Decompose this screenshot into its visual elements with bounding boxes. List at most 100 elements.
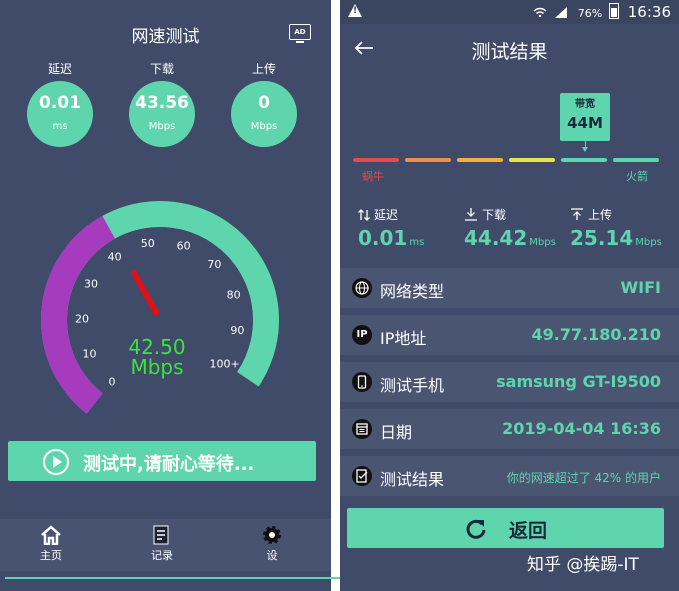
page-title: 测试结果	[471, 41, 548, 63]
latency-unit: ms	[52, 121, 68, 132]
bandwidth-label: 带宽	[575, 99, 595, 110]
gauge-tick-label: 100+	[210, 358, 240, 371]
battery-percent: 76%	[577, 7, 603, 20]
row-network-type: 网络类型 WIFI	[340, 268, 679, 308]
gauge-tick-label: 90	[230, 324, 244, 337]
result-upload-unit: Mbps	[635, 237, 662, 248]
row-value: 49.77.180.210	[531, 325, 661, 344]
wifi-icon	[533, 7, 547, 17]
gauge-tick-label: 60	[177, 240, 191, 253]
row-value: 2019-04-04 16:36	[502, 419, 661, 438]
result-download-unit: Mbps	[529, 237, 556, 248]
row-test-result: 测试结果 你的网速超过了 42% 的用户	[340, 456, 679, 496]
testing-button[interactable]: 测试中,请耐心等待...	[8, 441, 316, 481]
bottom-nav: 主页 记录 设	[0, 519, 331, 571]
latency-label: 延迟	[47, 62, 72, 76]
status-right: 76% 16:36	[533, 3, 671, 21]
globe-icon	[352, 278, 372, 298]
testing-button-label: 测试中,请耐心等待...	[83, 454, 255, 475]
gauge-tick-label: 40	[108, 251, 122, 264]
bandwidth-value: 44M	[567, 114, 603, 132]
scale-segment	[457, 158, 503, 162]
row-test-phone: 测试手机 samsung GT-I9500	[340, 362, 679, 402]
result-upload-label: 上传	[570, 206, 612, 223]
result-latency-label: 延迟	[358, 206, 398, 223]
upload-label: 上传	[251, 62, 276, 76]
row-value: WIFI	[620, 278, 661, 297]
result-latency-value: 0.01 ms	[358, 226, 424, 250]
scale-segment	[353, 158, 399, 162]
row-value: 你的网速超过了 42% 的用户	[506, 471, 661, 485]
upload-unit: Mbps	[250, 121, 278, 132]
return-button[interactable]: 返回	[347, 508, 664, 548]
speedtest-screen: 网速测试 AD 延迟 0.01 ms 下载 43.56 Mbps 上传 0 Mb…	[0, 0, 331, 591]
gauge-tick-label: 80	[227, 288, 241, 301]
scale-segment	[405, 158, 451, 162]
download-label: 下载	[149, 62, 174, 76]
scale-segment	[509, 158, 555, 162]
calendar-icon	[352, 419, 372, 439]
signal-icon	[554, 7, 567, 18]
upload-icon	[571, 208, 583, 220]
latency-circle: 0.01 ms	[27, 81, 93, 147]
nav-records-label: 记录	[151, 549, 173, 562]
gauge-tick-label: 30	[84, 278, 98, 291]
warning-icon	[348, 4, 362, 17]
gauge-unit: Mbps	[130, 355, 183, 379]
speed-gauge: 01020304050 60708090100+ 42.50 Mbps	[41, 201, 279, 414]
result-download-label: 下载	[464, 206, 506, 223]
watermark: 知乎 @挨踢-IT	[527, 555, 639, 575]
row-ip-address: IP IP地址 49.77.180.210	[340, 315, 679, 355]
download-unit: Mbps	[148, 121, 176, 132]
result-upload-text: 上传	[588, 208, 613, 222]
row-date: 日期 2019-04-04 16:36	[340, 409, 679, 449]
result-latency-text: 延迟	[374, 208, 399, 222]
battery-icon	[608, 3, 619, 19]
row-label: 网络类型	[380, 282, 445, 301]
ip-icon: IP	[352, 325, 372, 345]
upload-value: 0	[258, 93, 270, 113]
settings-icon	[263, 526, 281, 544]
nav-settings-label: 设	[266, 549, 278, 562]
download-icon	[465, 208, 477, 221]
gauge-tick-label: 70	[207, 258, 221, 271]
gauge-needle	[130, 269, 160, 316]
return-button-label: 返回	[509, 520, 548, 542]
row-label: IP地址	[380, 329, 427, 348]
nav-settings[interactable]: 设	[242, 525, 302, 563]
header: 测试结果	[340, 24, 679, 74]
updown-icon	[358, 209, 370, 221]
row-value: samsung GT-I9500	[496, 372, 661, 391]
result-screen: 76% 16:36 测试结果 带宽 44M 蜗牛 火箭 延迟 0.01ms 下载…	[340, 0, 679, 591]
row-label: 日期	[380, 423, 413, 442]
result-latency-unit: ms	[409, 237, 425, 248]
nav-records[interactable]: 记录	[132, 525, 192, 563]
upload-circle: 0 Mbps	[231, 81, 297, 147]
download-circle: 43.56 Mbps	[129, 81, 195, 147]
ad-icon[interactable]: AD	[289, 24, 311, 43]
refresh-icon	[466, 519, 486, 539]
result-latency-number: 0.01	[358, 226, 408, 250]
scale-min-label: 蜗牛	[362, 170, 384, 183]
play-icon	[43, 449, 69, 475]
row-label: 测试结果	[380, 470, 445, 489]
nav-home-label: 主页	[40, 549, 62, 562]
result-upload-value: 25.14 Mbps	[570, 226, 662, 250]
gauge-tick-label: 20	[75, 312, 89, 325]
result-icon	[352, 466, 372, 486]
result-download-value: 44.42 Mbps	[464, 226, 556, 250]
record-icon	[153, 525, 169, 545]
result-download-text: 下载	[482, 208, 507, 222]
result-download-number: 44.42	[464, 226, 528, 250]
scale-segment	[613, 158, 659, 162]
clock: 16:36	[627, 3, 671, 21]
gauge-tick-label: 10	[83, 347, 97, 360]
nav-home[interactable]: 主页	[21, 525, 81, 563]
status-bar: 76% 16:36	[340, 0, 679, 24]
latency-value: 0.01	[39, 93, 81, 113]
bandwidth-badge: 带宽 44M	[560, 93, 610, 141]
home-icon	[41, 525, 61, 545]
phone-icon	[352, 372, 372, 392]
scale-segment	[561, 158, 607, 162]
bandwidth-pointer	[582, 141, 588, 152]
